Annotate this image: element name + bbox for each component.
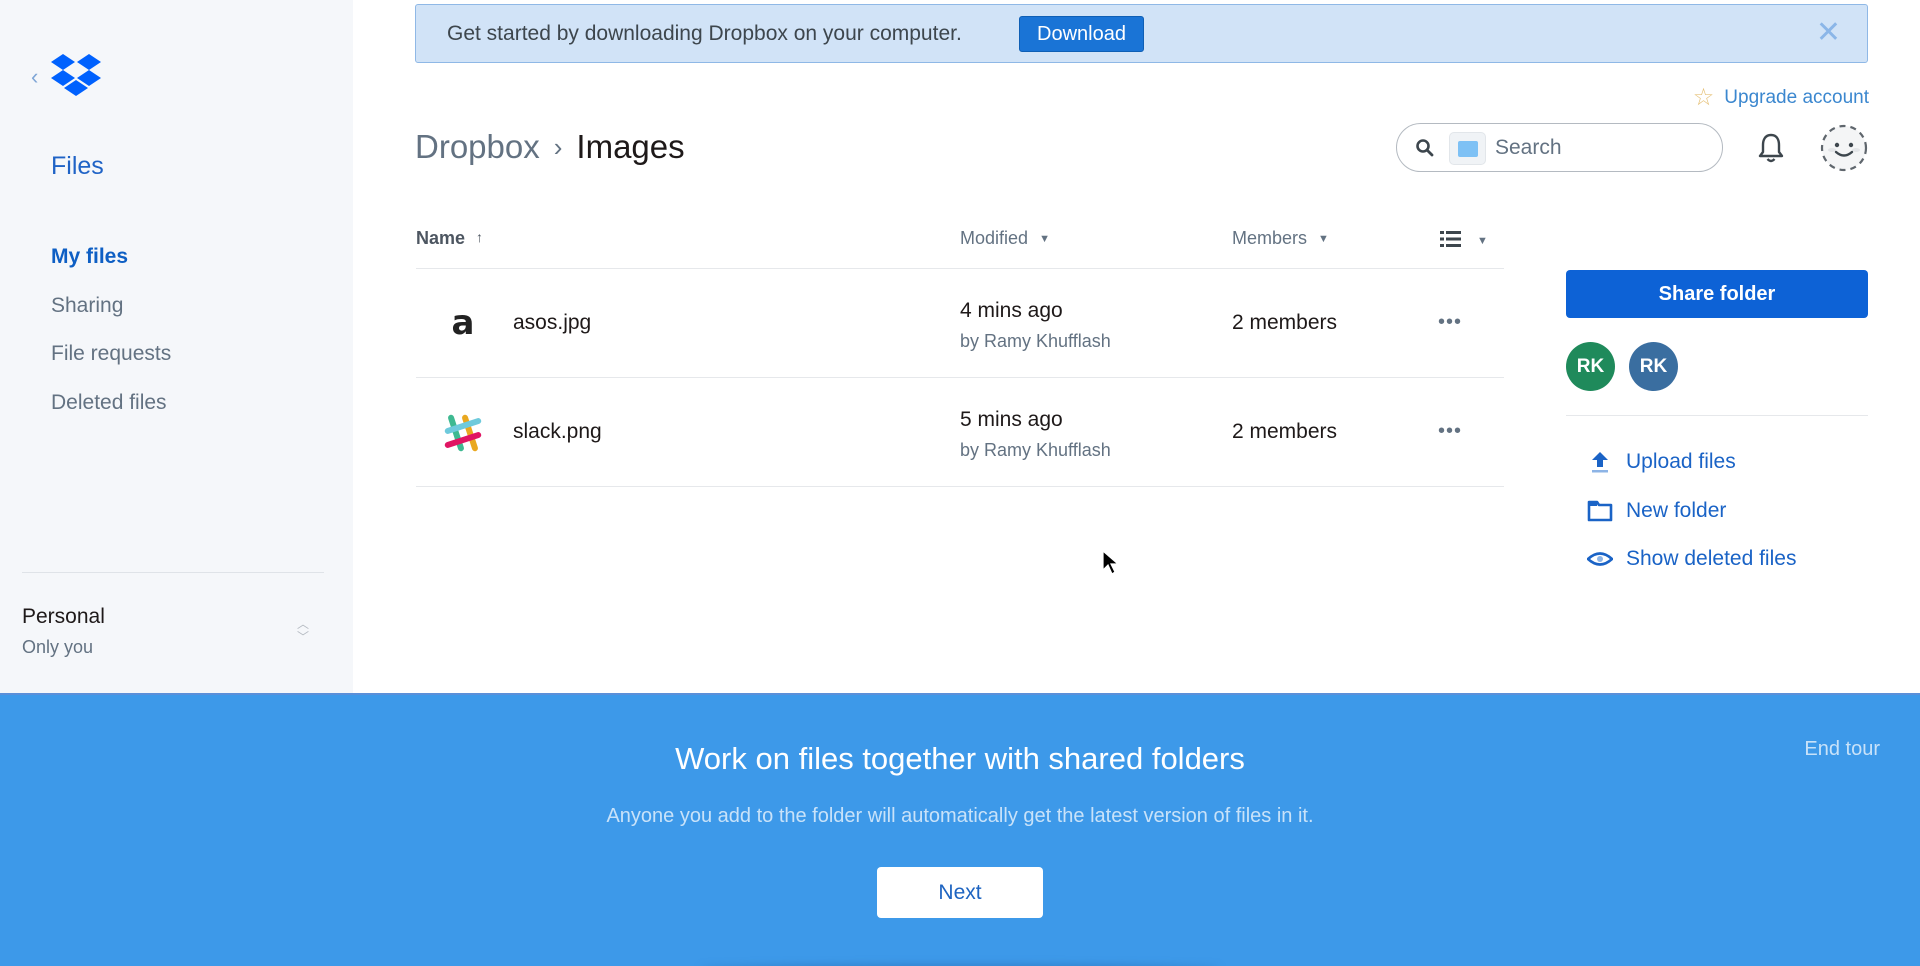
tour-title: Work on files together with shared folde…	[675, 741, 1245, 776]
column-name[interactable]: Name ↑	[416, 228, 483, 249]
chevron-left-icon[interactable]: ‹	[31, 66, 38, 88]
caret-down-icon: ▼	[1477, 235, 1488, 247]
sidebar-item-sharing[interactable]: Sharing	[51, 291, 171, 340]
sidebar-title[interactable]: Files	[51, 152, 104, 181]
view-toggle[interactable]: ▼	[1440, 230, 1488, 251]
folder-icon[interactable]	[1449, 132, 1486, 165]
eye-icon	[1587, 552, 1613, 567]
sidebar-nav: My files Sharing File requests Deleted f…	[51, 242, 171, 436]
more-options-icon[interactable]: •••	[1438, 421, 1462, 441]
bell-icon[interactable]	[1757, 132, 1785, 164]
smiley-avatar-icon[interactable]	[1820, 124, 1868, 172]
modified-by: by Ramy Khufflash	[960, 331, 1111, 351]
upload-files-label: Upload files	[1626, 450, 1736, 474]
star-icon: ☆	[1692, 84, 1715, 111]
account-subtitle: Only you	[22, 637, 94, 657]
column-name-label: Name	[416, 228, 466, 248]
banner-text: Get started by downloading Dropbox on yo…	[447, 22, 962, 45]
folder-icon	[1587, 500, 1613, 522]
new-folder-label: New folder	[1626, 498, 1727, 522]
members-count: 2 members	[1232, 311, 1338, 334]
members-count: 2 members	[1232, 420, 1338, 443]
breadcrumb: Dropbox › Images	[415, 128, 685, 166]
sidebar: ‹ Files My files Sharing File requests D…	[0, 0, 353, 693]
new-folder-action[interactable]: New folder	[1587, 487, 1796, 536]
end-tour-link[interactable]: End tour	[1804, 738, 1880, 761]
breadcrumb-current: Images	[576, 128, 685, 165]
mouse-cursor-icon	[1102, 550, 1120, 575]
table-row[interactable]: a asos.jpg 4 mins ago by Ramy Khufflash …	[416, 269, 1504, 378]
account-name: Personal	[22, 605, 105, 628]
dropbox-logo-icon[interactable]	[51, 54, 101, 96]
member-avatar[interactable]: RK	[1566, 342, 1615, 391]
download-banner: Get started by downloading Dropbox on yo…	[415, 4, 1868, 63]
file-name[interactable]: slack.png	[513, 420, 602, 444]
table-row[interactable]: slack.png 5 mins ago by Ramy Khufflash 2…	[416, 378, 1504, 487]
account-switcher[interactable]: Personal Only you	[22, 605, 105, 658]
show-deleted-files-label: Show deleted files	[1626, 547, 1797, 571]
arrow-up-icon: ↑	[476, 229, 484, 245]
show-deleted-files-action[interactable]: Show deleted files	[1587, 535, 1796, 584]
sidebar-item-deleted-files[interactable]: Deleted files	[51, 388, 171, 437]
asos-thumbnail: a	[452, 303, 475, 343]
column-members[interactable]: Members ▼	[1232, 228, 1329, 249]
folder-actions: Upload files New folder Show deleted fil…	[1587, 438, 1796, 584]
slack-thumbnail	[444, 414, 482, 452]
sidebar-item-my-files[interactable]: My files	[51, 242, 171, 291]
panel-divider	[1566, 415, 1868, 416]
table-header: Name ↑ Modified ▼ Members ▼ ▼	[416, 220, 1504, 269]
sidebar-item-file-requests[interactable]: File requests	[51, 339, 171, 388]
member-avatar[interactable]: RK	[1629, 342, 1678, 391]
modified-by: by Ramy Khufflash	[960, 440, 1111, 460]
file-table: Name ↑ Modified ▼ Members ▼ ▼ a asos.jpg…	[416, 220, 1504, 487]
modified-time: 4 mins ago	[960, 299, 1063, 322]
svg-text:a: a	[452, 303, 475, 343]
column-modified-label: Modified	[960, 228, 1029, 248]
breadcrumb-separator-icon: ›	[553, 131, 563, 162]
search-icon	[1416, 139, 1434, 157]
caret-down-icon: ▼	[1318, 233, 1329, 245]
share-folder-button[interactable]: Share folder	[1566, 270, 1868, 318]
sidebar-divider	[22, 572, 324, 573]
tour-description: Anyone you add to the folder will automa…	[606, 805, 1314, 827]
upgrade-label: Upgrade account	[1724, 86, 1869, 108]
upload-icon	[1592, 452, 1608, 473]
close-icon[interactable]: ✕	[1816, 18, 1841, 48]
search-input[interactable]	[1495, 134, 1705, 162]
search-box[interactable]	[1396, 123, 1723, 172]
upload-files-action[interactable]: Upload files	[1587, 438, 1796, 487]
breadcrumb-parent[interactable]: Dropbox	[415, 128, 540, 166]
download-button[interactable]: Download	[1019, 16, 1144, 52]
tour-next-button[interactable]: Next	[877, 867, 1043, 918]
column-modified[interactable]: Modified ▼	[960, 228, 1050, 249]
more-options-icon[interactable]: •••	[1438, 312, 1462, 332]
upgrade-account-link[interactable]: ☆ Upgrade account	[1693, 83, 1869, 112]
column-members-label: Members	[1232, 228, 1308, 248]
caret-down-icon: ▼	[1039, 233, 1050, 245]
list-view-icon	[1440, 231, 1461, 247]
modified-time: 5 mins ago	[960, 408, 1063, 431]
chevron-up-down-icon[interactable]: ︿ ﹀	[297, 618, 309, 644]
tour-overlay: Work on files together with shared folde…	[0, 693, 1920, 966]
file-name[interactable]: asos.jpg	[513, 311, 591, 335]
